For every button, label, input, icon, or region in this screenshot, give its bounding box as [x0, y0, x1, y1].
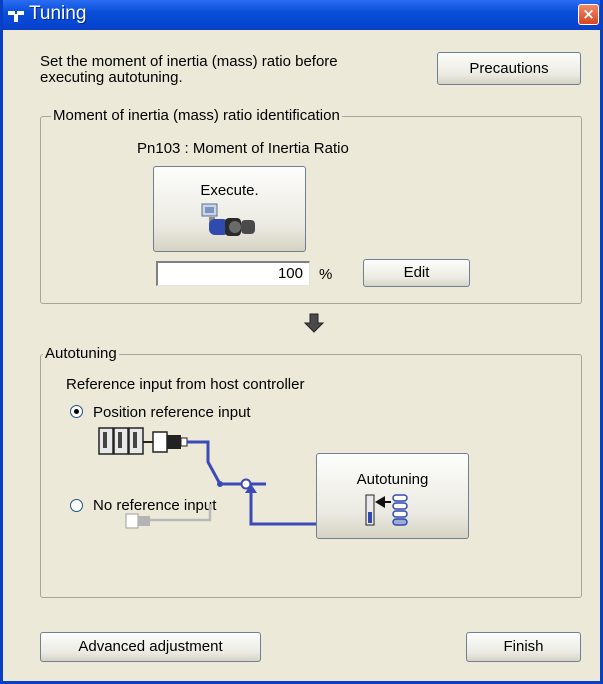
execute-button[interactable]: Execute.: [153, 166, 306, 252]
window-title: Tuning: [29, 3, 87, 24]
tuning-app-icon: [8, 11, 24, 22]
inertia-ratio-field[interactable]: 100: [156, 261, 310, 286]
motor-identify-icon: [201, 203, 255, 236]
autotuning-button-label: Autotuning: [356, 471, 429, 488]
precautions-button[interactable]: Precautions: [437, 52, 581, 85]
autotuning-icon: [365, 494, 408, 526]
no-reference-radio[interactable]: [70, 499, 83, 512]
pn103-label: Pn103 : Moment of Inertia Ratio: [137, 140, 349, 157]
signal-diagram: [98, 427, 318, 529]
tuning-window: Tuning × Set the moment of inertia (mass…: [0, 0, 603, 684]
down-arrow-icon: [303, 313, 325, 333]
inertia-group-legend: Moment of inertia (mass) ratio identific…: [51, 107, 342, 124]
title-bar[interactable]: Tuning ×: [3, 0, 600, 30]
reference-input-label: Reference input from host controller: [66, 376, 305, 393]
position-reference-radio[interactable]: [70, 405, 83, 418]
finish-button[interactable]: Finish: [466, 632, 581, 662]
autotuning-group-legend: Autotuning: [43, 345, 119, 362]
autotuning-button[interactable]: Autotuning: [316, 453, 469, 539]
close-button[interactable]: ×: [578, 4, 599, 25]
intro-text-line2: executing autotuning.: [40, 69, 183, 86]
execute-button-label: Execute.: [200, 182, 259, 199]
host-controller-icon: [98, 427, 144, 455]
edit-button[interactable]: Edit: [363, 259, 470, 287]
advanced-adjustment-button[interactable]: Advanced adjustment: [40, 632, 261, 662]
connector-icon: [152, 431, 188, 453]
connector-disabled-icon: [125, 513, 150, 529]
position-reference-label[interactable]: Position reference input: [93, 404, 251, 421]
intro-text-line1: Set the moment of inertia (mass) ratio b…: [40, 53, 338, 70]
close-icon: ×: [582, 5, 595, 23]
inertia-ratio-unit: %: [319, 266, 333, 283]
